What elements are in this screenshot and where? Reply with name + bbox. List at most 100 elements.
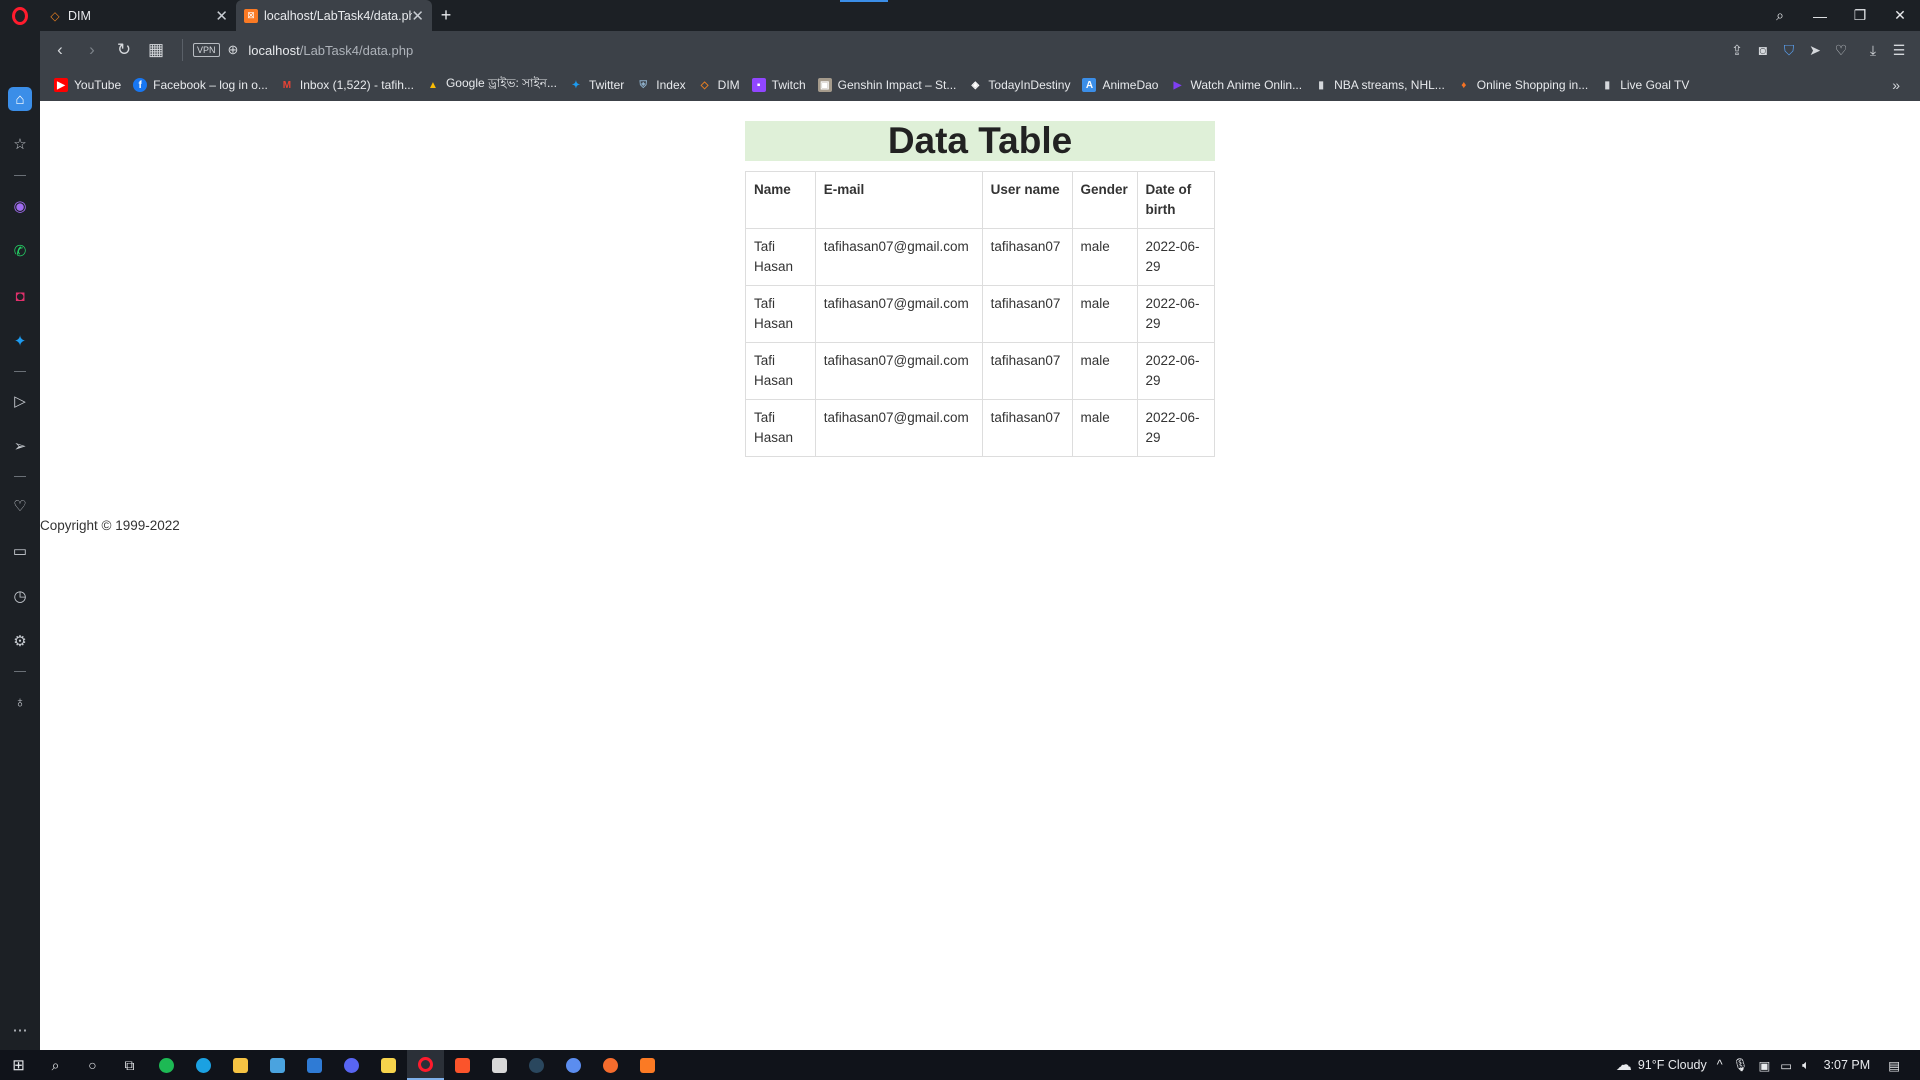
spotify-icon[interactable] (148, 1050, 185, 1080)
bookmark-genshin[interactable]: ▣ Genshin Impact – St... (817, 78, 957, 92)
player-icon[interactable]: ▷ (8, 389, 32, 413)
vpn-badge[interactable]: VPN (193, 43, 220, 57)
bookmarks-overflow-icon[interactable]: » (1892, 77, 1900, 93)
cell-name: Tafi Hasan (745, 399, 816, 457)
new-tab-button[interactable]: + (432, 0, 460, 31)
edge-icon[interactable] (185, 1050, 222, 1080)
column-header: User name (981, 171, 1073, 229)
reload-button[interactable]: ↻ (108, 34, 140, 66)
mail-icon[interactable] (296, 1050, 333, 1080)
bookmark-gmail[interactable]: M Inbox (1,522) - tafih... (280, 78, 414, 92)
tab-dim[interactable]: ◇ DIM ✕ (40, 0, 236, 31)
whatsapp-icon[interactable]: ✆ (8, 239, 32, 263)
cell-email: tafihasan07@gmail.com (814, 228, 983, 286)
flow-send-icon[interactable]: ➢ (8, 434, 32, 458)
cell-email: tafihasan07@gmail.com (814, 399, 983, 457)
send-icon[interactable]: ➤ (1802, 42, 1828, 59)
sticky-notes-icon[interactable] (370, 1050, 407, 1080)
network-icon[interactable]: ▣ (1758, 1058, 1770, 1073)
weather-text[interactable]: 91°F Cloudy (1638, 1058, 1707, 1072)
back-button[interactable]: ‹ (44, 34, 76, 66)
bookmark-index[interactable]: ⛨ Index (636, 78, 686, 92)
tabs-display-icon[interactable]: ▭ (8, 539, 32, 563)
twitter-icon[interactable]: ✦ (8, 329, 32, 353)
shopping-icon: ♦ (1461, 79, 1467, 91)
bookmark-animedao[interactable]: A AnimeDao (1082, 78, 1158, 92)
settings-gear-icon[interactable]: ⚙ (8, 629, 32, 653)
address-bar[interactable]: localhost/LabTask4/data.php (248, 43, 413, 58)
microsoft-store-icon[interactable] (259, 1050, 296, 1080)
bookmark-label: Inbox (1,522) - tafih... (299, 78, 414, 92)
bookmark-label: Facebook – log in o... (153, 78, 268, 92)
site-info-icon[interactable]: ⊕ (228, 42, 239, 58)
browser-app-icon[interactable] (555, 1050, 592, 1080)
sidebar-separator (14, 671, 26, 672)
bookmark-label: Online Shopping in... (1476, 78, 1589, 92)
bookmark-twitch[interactable]: ▪ Twitch (751, 78, 806, 92)
share-icon[interactable]: ⇪ (1724, 42, 1750, 59)
messenger-icon[interactable]: ◉ (8, 194, 32, 218)
brave-icon[interactable] (444, 1050, 481, 1080)
minimize-icon[interactable]: — (1800, 8, 1840, 24)
bookmark-facebook[interactable]: f Facebook – log in o... (133, 78, 268, 92)
generic-app-icon[interactable] (481, 1050, 518, 1080)
microphone-icon[interactable]: 🎙︎ (1733, 1058, 1749, 1073)
more-dots-icon[interactable]: ⋯ (8, 1018, 32, 1042)
heart-icon[interactable]: ♡ (1828, 42, 1854, 59)
bookmark-label: Genshin Impact – St... (837, 78, 957, 92)
home-icon[interactable]: ⌂ (8, 87, 32, 111)
search-icon[interactable]: ⌕ (37, 1050, 74, 1080)
browser-window: ◇ DIM ✕ ⊠ localhost/LabTask4/data.php ✕ … (0, 0, 1920, 1080)
bookmark-todayindestiny[interactable]: ◈ TodayInDestiny (968, 78, 1071, 92)
bookmark-nba-streams[interactable]: ▮ NBA streams, NHL... (1314, 78, 1444, 92)
task-view-icon[interactable]: ⧉ (111, 1050, 148, 1080)
address-toolbar: ‹ › ↻ ▦ VPN ⊕ localhost/LabTask4/data.ph… (40, 31, 1920, 69)
search-tabs-icon[interactable]: ⌕ (1760, 7, 1800, 24)
steam-icon[interactable] (518, 1050, 555, 1080)
close-tab-icon[interactable]: ✕ (411, 7, 424, 25)
snapshot-icon[interactable]: ◙ (1750, 42, 1776, 58)
bookmark-label: YouTube (74, 78, 122, 92)
bookmark-live-goal-tv[interactable]: ▮ Live Goal TV (1600, 78, 1689, 92)
discord-icon[interactable] (333, 1050, 370, 1080)
bookmark-label: TodayInDestiny (988, 78, 1071, 92)
forward-button[interactable]: › (76, 34, 108, 66)
pinboard-heart-icon[interactable]: ♡ (8, 494, 32, 518)
restore-icon[interactable]: ❐ (1840, 7, 1880, 24)
tray-chevron-icon[interactable]: ^ (1717, 1058, 1723, 1072)
close-window-icon[interactable]: ✕ (1880, 7, 1920, 24)
tips-bulb-icon[interactable]: ♁ (8, 690, 32, 714)
instagram-icon[interactable]: ◘ (8, 284, 32, 308)
bookmarks-star-icon[interactable]: ☆ (8, 132, 32, 156)
download-icon[interactable]: ⤓ (1860, 42, 1886, 59)
close-tab-icon[interactable]: ✕ (215, 7, 228, 25)
cell-gender: male (1071, 342, 1138, 400)
bookmark-twitter[interactable]: ✦ Twitter (569, 78, 625, 92)
bookmark-dim[interactable]: ◇ DIM (698, 78, 740, 92)
bookmark-google-drive[interactable]: ▲ Google ড্রাইভ: সাইন... (426, 75, 557, 95)
windows-start-icon[interactable]: ⊞ (0, 1050, 37, 1080)
file-explorer-icon[interactable] (222, 1050, 259, 1080)
bookmark-label: AnimeDao (1102, 78, 1159, 92)
easy-setup-icon[interactable]: ☰ (1886, 42, 1912, 59)
history-clock-icon[interactable]: ◷ (8, 584, 32, 608)
bookmark-youtube[interactable]: ▶ YouTube (54, 78, 121, 92)
cortana-icon[interactable]: ○ (74, 1050, 111, 1080)
notifications-icon[interactable]: ▤ (1888, 1058, 1900, 1073)
volume-icon[interactable]: 🔈︎ (1802, 1058, 1810, 1073)
bookmark-watch-anime[interactable]: ▶ Watch Anime Onlin... (1170, 78, 1302, 92)
tab-grid-icon[interactable]: ▦ (140, 34, 172, 66)
origin-icon[interactable] (592, 1050, 629, 1080)
display-icon[interactable]: ▭ (1780, 1058, 1792, 1073)
xampp-taskbar-icon[interactable] (629, 1050, 666, 1080)
sidebar-separator (14, 371, 26, 372)
table-row: Tafi Hasan tafihasan07@gmail.com tafihas… (745, 285, 1215, 343)
opera-menu-icon[interactable] (0, 0, 40, 31)
clock-time[interactable]: 3:07 PM (1824, 1058, 1871, 1072)
twitch-icon: ▪ (751, 78, 766, 92)
adblock-shield-icon[interactable]: ⛉ (1776, 42, 1802, 59)
bookmark-online-shopping[interactable]: ♦ Online Shopping in... (1457, 78, 1588, 92)
opera-taskbar-icon[interactable] (407, 1050, 444, 1080)
tab-data-php[interactable]: ⊠ localhost/LabTask4/data.php ✕ (236, 0, 432, 31)
cell-dob: 2022-06-29 (1136, 342, 1215, 400)
